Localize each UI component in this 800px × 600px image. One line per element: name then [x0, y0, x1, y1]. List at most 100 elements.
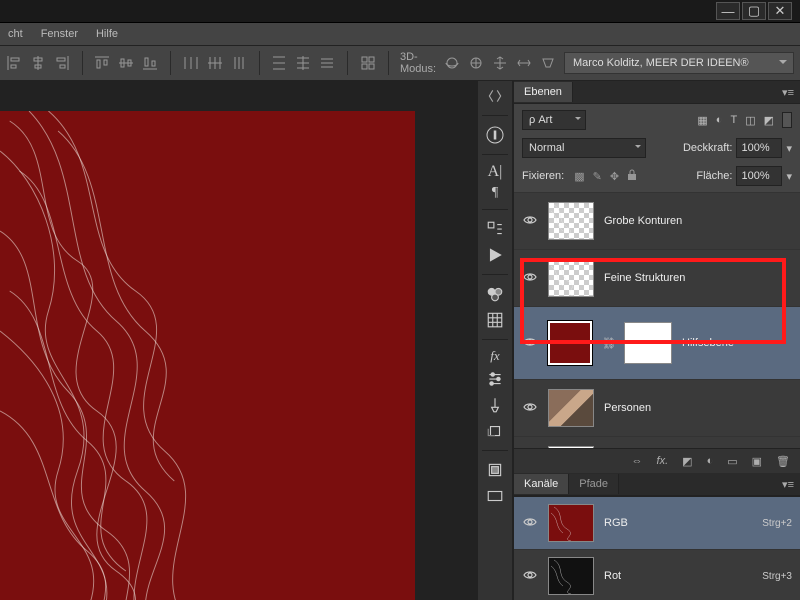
menu-item-hilfe[interactable]: Hilfe [96, 28, 118, 40]
title-bar: — ▢ ✕ [0, 0, 800, 23]
fill-chevron-icon[interactable]: ▾ [786, 170, 792, 183]
maximize-button[interactable]: ▢ [742, 2, 766, 20]
fx-icon[interactable]: fx. [657, 455, 669, 467]
layer-thumbnail[interactable] [548, 446, 594, 448]
filter-image-icon[interactable]: ▦ [697, 114, 707, 127]
layer-mask-thumbnail[interactable] [624, 322, 672, 364]
lock-pixels-icon[interactable]: ✎ [593, 170, 602, 183]
actions-panel-icon[interactable] [484, 218, 506, 240]
visibility-toggle[interactable] [522, 272, 538, 285]
filter-shape-icon[interactable]: ◫ [745, 114, 755, 127]
panel-menu-icon[interactable]: ▾≡ [782, 86, 794, 99]
close-button[interactable]: ✕ [768, 2, 792, 20]
3d-slide-icon[interactable] [516, 54, 532, 72]
layer-name[interactable]: Hilfsebene [682, 337, 792, 349]
lock-transparency-icon[interactable]: ▩ [574, 170, 584, 183]
3d-orbit-icon[interactable] [444, 54, 460, 72]
filter-toggle-icon[interactable] [782, 112, 792, 128]
3d-zoom-icon[interactable] [540, 54, 556, 72]
layer-row[interactable]: Personen [514, 380, 800, 437]
layer-thumbnail[interactable] [548, 321, 592, 365]
align-left-edges-icon[interactable] [6, 54, 22, 72]
align-vcenter-icon[interactable] [118, 54, 134, 72]
filter-type-icon[interactable]: T [730, 114, 737, 126]
3d-pan-icon[interactable] [492, 54, 508, 72]
new-group-icon[interactable]: ▭ [727, 455, 737, 468]
add-mask-icon[interactable]: ◩ [682, 455, 692, 468]
swatches-panel-icon[interactable] [484, 283, 506, 305]
misc-panel-icon[interactable] [484, 485, 506, 507]
channel-row[interactable]: RGB Strg+2 [514, 497, 800, 550]
add-adjustment-icon[interactable]: ◐ [707, 455, 714, 467]
brush-panel-icon[interactable] [484, 394, 506, 416]
fill-label: Fläche: [696, 170, 732, 182]
layercomps-panel-icon[interactable] [484, 459, 506, 481]
layer-filter-kind[interactable]: ρ Art [522, 110, 586, 130]
styles-panel-icon[interactable] [484, 420, 506, 442]
layer-thumbnail[interactable] [548, 202, 594, 240]
menu-item-fenster[interactable]: Fenster [41, 28, 78, 40]
paragraph-panel-icon[interactable]: ¶ [492, 185, 498, 201]
distribute-h-icon[interactable] [183, 54, 199, 72]
opacity-field[interactable]: 100% [736, 138, 782, 158]
grid-panel-icon[interactable] [484, 309, 506, 331]
menu-item-cht[interactable]: cht [8, 28, 23, 40]
visibility-toggle[interactable] [522, 570, 538, 583]
visibility-toggle[interactable] [522, 517, 538, 530]
distribute-v-icon[interactable] [271, 54, 287, 72]
visibility-toggle[interactable] [522, 337, 538, 350]
channel-thumbnail[interactable] [548, 557, 594, 595]
opacity-chevron-icon[interactable]: ▾ [786, 142, 792, 155]
expand-panels-icon[interactable] [484, 85, 506, 107]
layer-name[interactable]: Feine Strukturen [604, 272, 792, 284]
distribute-hr-icon[interactable] [231, 54, 247, 72]
distribute-hc-icon[interactable] [207, 54, 223, 72]
info-panel-icon[interactable]: i [484, 124, 506, 146]
align-bottom-edges-icon[interactable] [142, 54, 158, 72]
layer-thumbnail[interactable] [548, 259, 594, 297]
align-hcenter-icon[interactable] [30, 54, 46, 72]
link-layers-icon[interactable]: ⇔ [632, 455, 643, 467]
tab-pfade[interactable]: Pfade [569, 474, 619, 494]
align-right-edges-icon[interactable] [54, 54, 70, 72]
layers-tab-bar: Ebenen ▾≡ [514, 81, 800, 104]
fx-panel-icon[interactable]: fx [490, 348, 499, 364]
layer-row[interactable]: Hintergrund [514, 437, 800, 448]
tab-ebenen[interactable]: Ebenen [514, 82, 573, 102]
visibility-toggle[interactable] [522, 215, 538, 228]
auto-align-icon[interactable] [360, 54, 376, 72]
channel-name: Rot [604, 570, 752, 582]
lock-position-icon[interactable]: ✥ [610, 170, 619, 183]
distribute-vb-icon[interactable] [319, 54, 335, 72]
layer-thumbnail[interactable] [548, 389, 594, 427]
canvas-area[interactable] [0, 81, 477, 600]
tab-kanaele[interactable]: Kanäle [514, 474, 569, 494]
layer-row-selected[interactable]: ⛓ Hilfsebene [514, 307, 800, 380]
delete-layer-icon[interactable]: 🗑 [776, 455, 790, 468]
layer-name[interactable]: Personen [604, 402, 792, 414]
layer-row[interactable]: Grobe Konturen [514, 193, 800, 250]
layer-row[interactable]: Feine Strukturen [514, 250, 800, 307]
adjustments-panel-icon[interactable] [484, 368, 506, 390]
panel-menu-icon[interactable]: ▾≡ [782, 478, 794, 491]
channel-row[interactable]: Rot Strg+3 [514, 550, 800, 600]
document-canvas[interactable] [0, 111, 415, 600]
new-layer-icon[interactable]: ▣ [752, 455, 762, 468]
distribute-vc-icon[interactable] [295, 54, 311, 72]
play-icon[interactable] [484, 244, 506, 266]
opacity-label: Deckkraft: [683, 142, 733, 154]
workspace-switcher[interactable]: Marco Kolditz, MEER DER IDEEN® [564, 52, 794, 74]
filter-smart-icon[interactable]: ◩ [764, 114, 774, 127]
minimize-button[interactable]: — [716, 2, 740, 20]
character-panel-icon[interactable]: A| [488, 163, 503, 181]
blend-mode-select[interactable]: Normal [522, 138, 646, 158]
mask-link-icon[interactable]: ⛓ [602, 337, 614, 350]
lock-all-icon[interactable] [627, 169, 637, 184]
3d-roll-icon[interactable] [468, 54, 484, 72]
channel-thumbnail[interactable] [548, 504, 594, 542]
filter-adjust-icon[interactable]: ◐ [716, 114, 723, 126]
visibility-toggle[interactable] [522, 402, 538, 415]
fill-field[interactable]: 100% [736, 166, 782, 186]
layer-name[interactable]: Grobe Konturen [604, 215, 792, 227]
align-top-edges-icon[interactable] [94, 54, 110, 72]
